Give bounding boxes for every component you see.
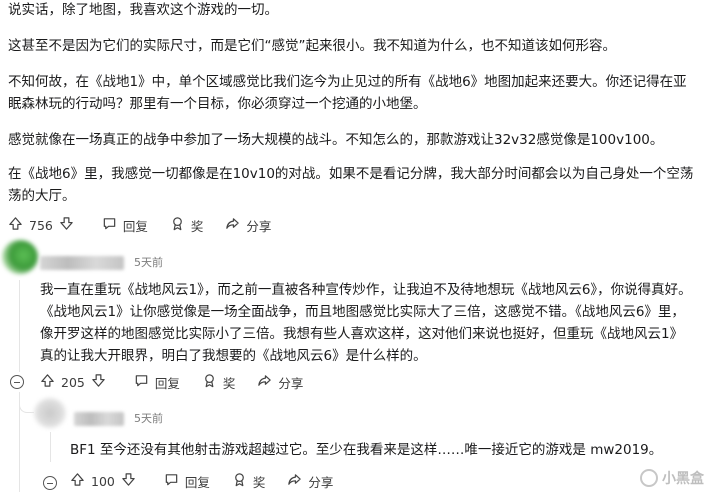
watermark: 小黑盒 <box>640 468 704 488</box>
award-label: 奖 <box>190 218 204 234</box>
share-label: 分享 <box>308 474 334 490</box>
comment-action-bar: 205 回复 奖 分享 <box>40 371 325 393</box>
comment-timestamp: 5天前 <box>134 412 163 425</box>
upvote-icon[interactable] <box>8 216 29 234</box>
reply-button[interactable]: 回复 <box>102 216 148 235</box>
vote-count: 100 <box>91 473 115 489</box>
reply-connector <box>19 402 34 413</box>
thread-line[interactable] <box>50 432 51 462</box>
comment-text: 我一直在重玩《战地风云1》，而之前一直被各种宣传炒作，让我迫不及待地想玩《战地风… <box>40 282 692 364</box>
comment-vote: 205 <box>40 373 112 391</box>
reply-label: 回复 <box>154 375 180 391</box>
share-icon <box>257 373 278 391</box>
award-icon <box>202 373 223 391</box>
share-label: 分享 <box>278 375 304 391</box>
reply-label: 回复 <box>184 474 210 490</box>
reply-label: 回复 <box>122 218 148 234</box>
award-label: 奖 <box>222 375 236 391</box>
avatar[interactable] <box>34 398 66 428</box>
award-button[interactable]: 奖 <box>232 472 266 491</box>
share-icon <box>287 472 308 490</box>
reply-icon <box>102 216 123 234</box>
collapse-icon[interactable] <box>43 476 57 490</box>
downvote-icon[interactable] <box>91 373 112 391</box>
post-action-bar: 756 回复 奖 分享 <box>8 214 293 236</box>
award-button[interactable]: 奖 <box>170 216 204 235</box>
post-paragraph-1: 说实话，除了地图，我喜欢这个游戏的一切。 <box>8 2 278 18</box>
comment-text: BF1 至今还没有其他射击游戏超越过它。至少在我看来是这样……唯一接近它的游戏是… <box>70 442 663 458</box>
post-paragraph-4: 感觉就像在一场真正的战争中参加了一场大规模的战斗。不知怎么的，那款游戏让32v3… <box>8 132 664 148</box>
share-button[interactable]: 分享 <box>225 216 271 235</box>
upvote-icon[interactable] <box>70 472 91 490</box>
award-icon <box>170 216 191 234</box>
comment-vote: 100 <box>70 472 142 490</box>
watermark-logo-icon <box>640 469 658 487</box>
share-label: 分享 <box>246 218 272 234</box>
thread-line[interactable] <box>19 280 20 372</box>
post-vote: 756 <box>8 216 80 234</box>
vote-count: 205 <box>61 374 85 390</box>
reply-button[interactable]: 回复 <box>164 472 210 491</box>
award-label: 奖 <box>252 474 266 490</box>
reply-icon <box>164 472 185 490</box>
vote-count: 756 <box>29 217 53 233</box>
downvote-icon[interactable] <box>121 472 142 490</box>
award-button[interactable]: 奖 <box>202 373 236 392</box>
post-paragraph-2: 这甚至不是因为它们的实际尺寸，而是它们“感觉”起来很小。我不知道为什么，也不知道… <box>8 38 616 54</box>
share-icon <box>225 216 246 234</box>
collapse-icon[interactable] <box>10 375 24 389</box>
reply-icon <box>134 373 155 391</box>
post-paragraph-5: 在《战地6》里，我感觉一切都像是在10v10的对战。如果不是看记分牌，我大部分时… <box>8 166 694 204</box>
comment-action-bar: 100 回复 奖 分享 <box>70 470 355 492</box>
username-blurred[interactable] <box>74 412 124 426</box>
reply-button[interactable]: 回复 <box>134 373 180 392</box>
avatar[interactable] <box>2 240 38 274</box>
comment-timestamp: 5天前 <box>134 256 163 269</box>
watermark-text: 小黑盒 <box>662 471 704 487</box>
award-icon <box>232 472 253 490</box>
share-button[interactable]: 分享 <box>257 373 303 392</box>
username-blurred[interactable] <box>40 256 124 270</box>
post-paragraph-3: 不知何故，在《战地1》中，单个区域感觉比我们迄今为止见过的所有《战地6》地图加起… <box>8 74 687 112</box>
share-button[interactable]: 分享 <box>287 472 333 491</box>
downvote-icon[interactable] <box>59 216 80 234</box>
upvote-icon[interactable] <box>40 373 61 391</box>
